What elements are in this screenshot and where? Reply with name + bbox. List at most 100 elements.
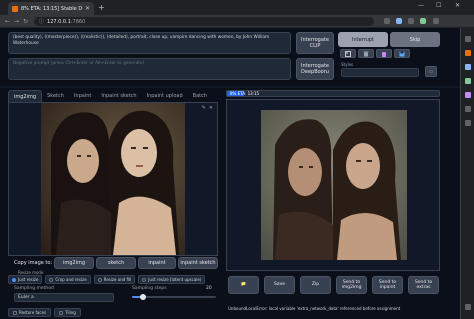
radio-icon (49, 277, 54, 282)
minimize-icon[interactable]: — (418, 2, 424, 9)
show-extra-networks-button[interactable] (340, 49, 356, 58)
copy-to-inpaint-button[interactable]: inpaint (138, 257, 176, 269)
sidebar-settings-icon[interactable] (465, 304, 471, 310)
sampling-steps-value[interactable]: 20 (206, 286, 212, 291)
outlook-icon[interactable] (465, 106, 471, 112)
skip-button[interactable]: Skip (390, 32, 440, 47)
close-tab-icon[interactable]: ✕ (85, 5, 90, 12)
url-port: :7860 (70, 18, 86, 25)
sampling-method-select[interactable]: Euler a (14, 293, 114, 302)
prompt-textarea[interactable]: (best quality), ((masterpiece)), ((reali… (8, 32, 291, 54)
divider (0, 86, 460, 88)
resize-fill-radio[interactable]: Resize and fill (93, 275, 136, 284)
save-label: Save (273, 282, 286, 288)
profile-icon[interactable] (420, 18, 426, 24)
send-to-img2img-button[interactable]: Send to img2img (336, 276, 367, 294)
settings-menu-icon[interactable] (433, 18, 439, 24)
refresh-styles-button[interactable]: ▭ (425, 66, 437, 77)
copy-to-inpaint-sketch-button[interactable]: inpaint sketch (178, 257, 218, 269)
copy-to-sketch-button[interactable]: sketch (96, 257, 136, 269)
clear-prompt-button[interactable] (358, 49, 374, 58)
resize-latent-radio[interactable]: Just resize (latent upscale) (138, 275, 206, 284)
radio-selected-icon (12, 277, 16, 282)
open-folder-button[interactable]: 📁 (228, 276, 259, 294)
back-icon[interactable]: ← (5, 18, 10, 25)
tab-inpaint[interactable]: Inpaint (69, 90, 96, 102)
url-host: 127.0.0.1 (47, 18, 71, 25)
tab-inpaint-upload[interactable]: Inpaint upload (142, 90, 188, 102)
tab-batch[interactable]: Batch (188, 90, 212, 102)
send-to-img2img-label: Send to img2img (341, 279, 362, 291)
resize-fill-label: Resize and fill (103, 277, 132, 282)
edit-icon[interactable]: ✎ (202, 105, 206, 111)
save-icon (399, 51, 405, 56)
sampling-method-value: Euler a (18, 295, 34, 300)
sampling-method-label: Sampling method (14, 286, 54, 291)
input-image (41, 103, 185, 255)
output-image-box[interactable] (226, 99, 440, 271)
browser-tab[interactable]: 8% ETA: 13:15] Stable Diffusion ✕ (8, 2, 94, 15)
tab-title: 8% ETA: 13:15] Stable Diffusion (21, 5, 82, 12)
trash-icon (363, 51, 369, 56)
maximize-icon[interactable]: ☐ (436, 2, 441, 9)
tiling-label: Tiling (65, 310, 76, 315)
folder-icon: 📁 (240, 282, 247, 288)
clear-image-icon[interactable]: ✕ (209, 105, 213, 111)
copy-image-row: Copy image to: img2img sketch inpaint in… (8, 257, 218, 269)
checkbox-icon (13, 310, 17, 315)
favorites-icon[interactable] (396, 18, 402, 24)
restore-faces-label: Restore faces (19, 310, 47, 315)
send-to-inpaint-button[interactable]: Send to inpaint (372, 276, 403, 294)
site-info-icon[interactable]: ⓘ (39, 18, 44, 25)
shopping-icon[interactable] (465, 50, 471, 56)
zip-button[interactable]: Zip (300, 276, 331, 294)
resize-latent-label: Just resize (latent upscale) (148, 277, 202, 282)
interrogate-clip-label: Interrogate CLIP (301, 37, 329, 49)
options-row: Restore faces Tiling (8, 308, 218, 317)
interrupt-label: Interrupt (351, 36, 374, 43)
progress-text: 8% ETA: 13:15 (230, 91, 260, 96)
tab-img2img[interactable]: img2img (8, 90, 43, 102)
collections-icon[interactable] (408, 18, 414, 24)
input-image-box[interactable]: ✎ ✕ (8, 102, 218, 256)
slider-thumb[interactable] (139, 294, 146, 300)
games-icon[interactable] (465, 78, 471, 84)
interrupt-button[interactable]: Interrupt (338, 32, 388, 47)
save-style-button[interactable] (394, 49, 410, 58)
progress-bar: 8% ETA: 13:15 (226, 90, 440, 97)
send-to-extras-label: Send to extras (414, 279, 433, 291)
new-tab-icon[interactable]: + (98, 3, 105, 12)
checkbox-icon (59, 310, 64, 315)
sampling-steps-slider[interactable] (132, 294, 216, 300)
prompt-text: (best quality), ((masterpiece)), ((reali… (13, 35, 270, 46)
send-to-inpaint-label: Send to inpaint (378, 279, 397, 291)
forward-icon[interactable]: → (14, 18, 19, 25)
clipboard-icon (382, 51, 386, 57)
copy-to-img2img-button[interactable]: img2img (54, 257, 94, 269)
interrogate-deepbooru-button[interactable]: Interrogate DeepBooru (296, 58, 334, 80)
save-button[interactable]: Save (264, 276, 295, 294)
error-message: UnboundLocalError: local variable 'extra… (228, 306, 401, 311)
tools-icon[interactable] (465, 64, 471, 70)
tiling-checkbox[interactable]: Tiling (54, 308, 81, 317)
send-to-extras-button[interactable]: Send to extras (408, 276, 439, 294)
tab-inpaint-sketch[interactable]: Inpaint sketch (96, 90, 141, 102)
tab-sketch[interactable]: Sketch (42, 90, 69, 102)
interrogate-clip-button[interactable]: Interrogate CLIP (296, 32, 334, 54)
negative-prompt-textarea[interactable]: Negative prompt (press Ctrl+Enter or Alt… (8, 58, 291, 80)
img2img-panel: img2img Sketch Inpaint Inpaint sketch In… (8, 90, 218, 319)
add-sidebar-icon[interactable] (465, 120, 471, 126)
resize-crop-radio[interactable]: Crop and resize (45, 275, 91, 284)
apply-style-button[interactable] (376, 49, 392, 58)
restore-faces-checkbox[interactable]: Restore faces (8, 308, 52, 317)
office-icon[interactable] (465, 92, 471, 98)
img2img-tabs: img2img Sketch Inpaint Inpaint sketch In… (8, 90, 218, 102)
resize-just-resize-radio[interactable]: Just resize (8, 275, 43, 284)
reload-icon[interactable]: ↻ (23, 18, 28, 25)
close-window-icon[interactable]: ✕ (455, 2, 460, 9)
extension-icon[interactable] (384, 18, 390, 24)
styles-select[interactable] (341, 68, 419, 77)
search-icon[interactable] (465, 36, 471, 42)
url-field[interactable]: ⓘ 127.0.0.1:7860 (34, 17, 374, 26)
output-image (261, 110, 407, 260)
